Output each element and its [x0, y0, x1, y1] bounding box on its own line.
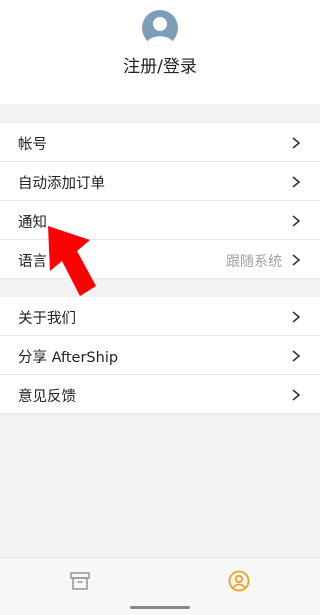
- chevron-right-icon: [292, 389, 301, 401]
- settings-item-share-aftership[interactable]: 分享 AfterShip: [0, 336, 320, 375]
- settings-item-label: 关于我们: [18, 311, 76, 327]
- home-indicator[interactable]: [130, 606, 190, 609]
- chevron-right-icon: [292, 350, 301, 362]
- chevron-right-icon: [292, 254, 301, 266]
- settings-item-auto-add-orders[interactable]: 自动添加订单: [0, 162, 320, 201]
- chevron-right-icon: [292, 137, 301, 149]
- settings-item-about-us[interactable]: 关于我们: [0, 297, 320, 336]
- user-avatar-icon[interactable]: [142, 10, 178, 46]
- user-circle-icon[interactable]: [228, 570, 250, 592]
- settings-group-secondary: 关于我们 分享 AfterShip 意见反馈: [0, 297, 320, 414]
- login-register-link[interactable]: 注册/登录: [0, 52, 320, 77]
- settings-item-label: 帐号: [18, 137, 47, 153]
- settings-item-label: 意见反馈: [18, 389, 76, 405]
- language-value: 跟随系统: [226, 254, 282, 270]
- chevron-right-icon: [292, 176, 301, 188]
- settings-item-label: 自动添加订单: [18, 176, 105, 192]
- settings-item-account[interactable]: 帐号: [0, 123, 320, 162]
- profile-header: 注册/登录: [0, 0, 320, 104]
- settings-item-label: 分享 AfterShip: [18, 350, 119, 366]
- chevron-right-icon: [292, 311, 301, 323]
- archive-box-icon[interactable]: [69, 570, 91, 592]
- settings-item-feedback[interactable]: 意见反馈: [0, 375, 320, 414]
- red-arrow-icon: [48, 226, 96, 296]
- chevron-right-icon: [292, 215, 301, 227]
